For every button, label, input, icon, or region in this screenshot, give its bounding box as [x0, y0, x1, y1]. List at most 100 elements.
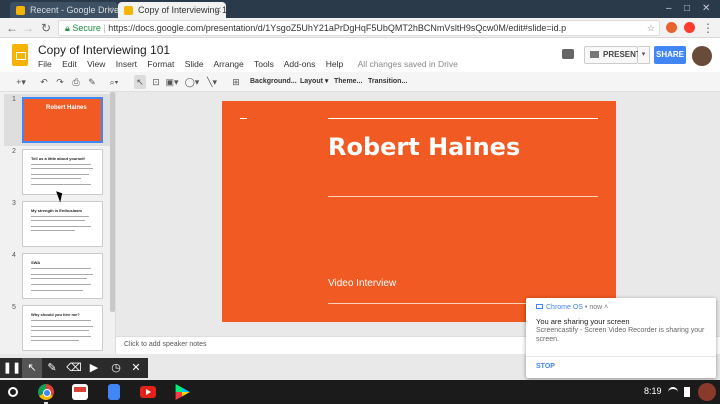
document-title[interactable]: Copy of Interviewing 101 [38, 43, 170, 57]
thumbnail-text-line [31, 226, 91, 227]
screen-icon [536, 304, 543, 309]
gmail-icon[interactable] [72, 384, 88, 400]
slide-thumbnail-4[interactable]: SWA [22, 253, 103, 299]
tab-close-icon[interactable]: ✕ [106, 2, 114, 18]
theme-button[interactable]: Theme... [334, 75, 362, 89]
comments-icon[interactable] [562, 49, 574, 59]
thumbnail-title: My strength is Enthusiasm [31, 208, 82, 213]
menu-insert[interactable]: Insert [116, 59, 137, 69]
menu-edit[interactable]: Edit [62, 59, 77, 69]
thumbnail-text-line [31, 216, 89, 217]
tab-close-icon[interactable]: ✕ [214, 2, 222, 18]
reload-icon[interactable]: ↻ [38, 20, 54, 36]
zoom-icon[interactable]: ⌕▾ [104, 75, 124, 89]
menu-file[interactable]: File [38, 59, 52, 69]
select-tool-icon[interactable]: ↖ [134, 75, 146, 89]
thumbnail-text-line [31, 336, 91, 337]
close-icon[interactable]: ✕ [126, 358, 146, 378]
google-slides-icon [124, 6, 133, 15]
youtube-icon[interactable] [140, 386, 156, 398]
transition-button[interactable]: Transition... [368, 75, 407, 89]
present-button[interactable]: PRESENT [584, 46, 641, 64]
filmstrip-scrollbar[interactable] [110, 92, 115, 312]
menu-tools[interactable]: Tools [254, 59, 274, 69]
menu-bar: File Edit View Insert Format Slide Arran… [38, 59, 466, 69]
undo-icon[interactable]: ↶ [38, 75, 50, 89]
slide-thumbnail-3[interactable]: My strength is Enthusiasm [22, 201, 103, 247]
thumbnail-text-line [31, 230, 75, 231]
bookmark-star-icon[interactable]: ☆ [647, 21, 655, 35]
comment-add-icon[interactable]: ⊞ [230, 75, 242, 89]
browser-tab-strip: Recent - Google Drive ✕ Copy of Intervie… [0, 0, 720, 18]
layout-button[interactable]: Layout ▾ [300, 75, 328, 89]
print-icon[interactable]: ⎙ [70, 75, 82, 89]
cursor-tool-icon[interactable]: ↖ [22, 358, 42, 378]
line-icon[interactable]: ╲▾ [204, 75, 220, 89]
background-button[interactable]: Background... [250, 75, 297, 89]
redo-icon[interactable]: ↷ [54, 75, 66, 89]
chrome-icon[interactable] [38, 384, 54, 404]
launcher-icon[interactable] [8, 387, 18, 397]
camera-icon[interactable]: ▶ [84, 358, 104, 378]
screencastify-icon[interactable] [684, 22, 695, 33]
thumbnail-text-line [31, 178, 81, 179]
thumbnail-title: SWA [31, 260, 41, 265]
thumbnail-text-line [31, 274, 93, 275]
save-status: All changes saved in Drive [357, 59, 458, 69]
back-icon[interactable]: ← [4, 20, 20, 36]
google-docs-icon[interactable] [108, 384, 120, 400]
thumbnail-text-line [31, 284, 91, 285]
thumbnail-text-line [31, 320, 91, 321]
battery-icon[interactable] [684, 387, 690, 397]
maximize-icon[interactable]: □ [684, 3, 690, 14]
notification-body: Screencastify - Screen Video Recorder is… [536, 327, 705, 343]
current-slide[interactable]: Robert Haines Video Interview [222, 101, 616, 322]
eraser-icon[interactable]: ⌫ [64, 358, 84, 378]
timer-icon[interactable]: ◷ [106, 358, 126, 378]
image-icon[interactable]: ▣▾ [164, 75, 180, 89]
menu-arrange[interactable]: Arrange [214, 59, 244, 69]
secure-label: Secure [72, 23, 101, 33]
thumbnail-text-line [31, 174, 89, 175]
slide-thumbnail-5[interactable]: Why should you hire me? [22, 305, 103, 351]
address-bar: ← → ↻ 🔒︎ Secure | https://docs.google.co… [0, 18, 720, 38]
shape-icon[interactable]: ◯▾ [184, 75, 200, 89]
close-window-icon[interactable]: ✕ [702, 3, 710, 14]
tab-recent-google-drive[interactable]: Recent - Google Drive ✕ [10, 2, 118, 18]
decorative-line [328, 118, 598, 119]
url-field[interactable]: 🔒︎ Secure | https://docs.google.com/pres… [58, 20, 660, 36]
slide-thumbnail-1[interactable]: Robert Haines [22, 97, 103, 143]
menu-add-ons[interactable]: Add-ons [284, 59, 316, 69]
play-store-icon[interactable] [175, 384, 190, 400]
menu-view[interactable]: View [87, 59, 105, 69]
text-box-icon[interactable]: ⊡ [150, 75, 162, 89]
thumbnail-text-line [31, 278, 87, 279]
stop-button[interactable]: STOP [536, 363, 555, 370]
thumbnail-text-line [31, 326, 93, 327]
avatar[interactable] [692, 46, 712, 66]
star-icon[interactable]: ☆ [152, 43, 162, 56]
extension-icon[interactable] [666, 22, 677, 33]
menu-format[interactable]: Format [147, 59, 174, 69]
new-slide-icon[interactable]: +▾ [12, 75, 30, 89]
share-button[interactable]: SHARE [654, 46, 686, 64]
thumbnail-title: Why should you hire me? [31, 312, 80, 317]
slide-subtitle[interactable]: Video Interview [328, 278, 396, 289]
paint-format-icon[interactable]: ✎ [86, 75, 98, 89]
slides-logo-icon[interactable] [12, 44, 28, 66]
wifi-icon[interactable] [668, 387, 678, 397]
user-avatar[interactable] [698, 383, 716, 401]
menu-slide[interactable]: Slide [185, 59, 204, 69]
menu-help[interactable]: Help [326, 59, 343, 69]
pause-icon[interactable]: ❚❚ [2, 358, 22, 378]
pen-icon[interactable]: ✎ [42, 358, 62, 378]
slide-thumbnail-2[interactable]: Tell us a little about yourself [22, 149, 103, 195]
menu-icon[interactable]: ⋮ [700, 20, 716, 36]
slide-title[interactable]: Robert Haines [328, 133, 520, 161]
collapse-caret-icon[interactable]: ˄ [602, 304, 608, 311]
forward-icon[interactable]: → [20, 20, 36, 36]
minimize-icon[interactable]: – [666, 3, 672, 14]
tab-copy-of-interviewing[interactable]: Copy of Interviewing 10 ✕ [118, 2, 226, 18]
present-dropdown-icon[interactable]: ▾ [638, 46, 650, 64]
clock[interactable]: 8:19 [644, 386, 662, 396]
